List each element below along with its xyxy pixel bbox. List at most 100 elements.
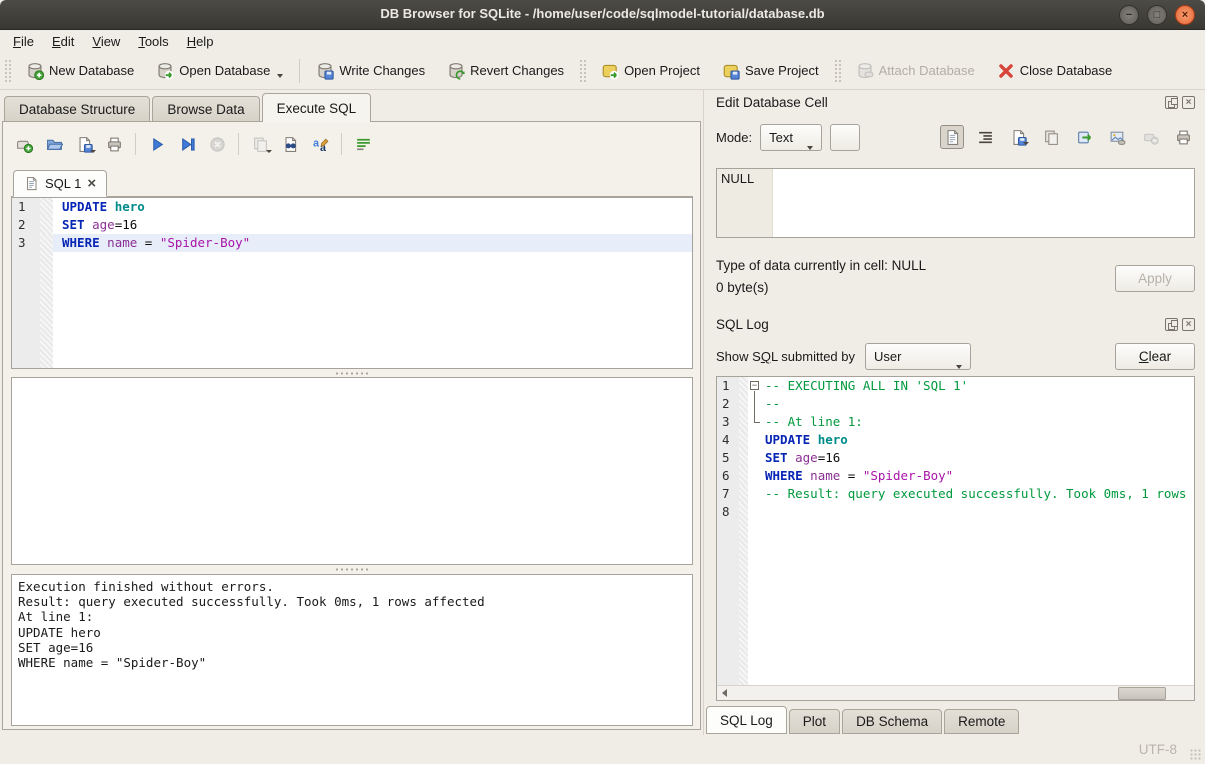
stop-icon [209, 136, 226, 153]
log-gutter-fill [717, 521, 1194, 685]
line-number: 6 [717, 467, 739, 485]
line-number: 1 [12, 198, 40, 216]
execute-all-button[interactable] [144, 131, 170, 157]
cell-size-info: 0 byte(s) [716, 280, 769, 295]
log-line: 6WHERE name = "Spider-Boy" [717, 467, 1194, 485]
save-project-button[interactable]: Save Project [714, 57, 827, 85]
play-icon [149, 136, 166, 153]
toolbar-grip[interactable] [579, 59, 586, 83]
dock-float-icon[interactable] [1165, 318, 1178, 331]
dock-close-icon[interactable]: × [1182, 318, 1195, 331]
dock-title: SQL Log [716, 317, 769, 332]
save-project-icon [722, 62, 740, 80]
open-project-button[interactable]: Open Project [593, 57, 708, 85]
encoding-indicator[interactable]: UTF-8 [1139, 742, 1177, 757]
dock-close-icon[interactable]: × [1182, 96, 1195, 109]
open-sql-file-button[interactable] [41, 131, 67, 157]
splitter-handle[interactable] [11, 566, 693, 572]
log-source-combobox[interactable]: User [865, 343, 971, 370]
message-line: Result: query executed successfully. Too… [18, 594, 686, 609]
format-letters-icon [312, 136, 329, 153]
import-data-button[interactable] [1006, 125, 1030, 149]
sql-tab-label: SQL 1 [45, 176, 81, 191]
tab-execute-sql[interactable]: Execute SQL [262, 93, 372, 122]
toolbar-grip[interactable] [4, 59, 11, 83]
write-changes-icon [316, 62, 334, 80]
print-sql-button[interactable] [101, 131, 127, 157]
tab-sql-log[interactable]: SQL Log [706, 706, 787, 734]
menu-edit[interactable]: Edit [43, 32, 83, 51]
message-line: Execution finished without errors. [18, 579, 686, 594]
close-button[interactable]: × [1175, 5, 1195, 25]
execute-sql-page: SQL 1 × 1UPDATE hero 2SET age=16 3WHERE … [2, 121, 701, 730]
import-dropdown-icon[interactable] [1023, 142, 1029, 145]
open-sql-tab-button[interactable] [11, 131, 37, 157]
write-changes-button[interactable]: Write Changes [308, 57, 433, 85]
scrollbar-thumb[interactable] [1118, 687, 1166, 700]
resize-grip-icon[interactable] [1190, 749, 1202, 761]
close-tab-icon[interactable]: × [87, 177, 96, 190]
import-settings-button[interactable] [830, 124, 860, 151]
save-dropdown-icon[interactable] [90, 150, 96, 153]
cell-editor-icons [940, 125, 1195, 149]
fold-margin [40, 216, 53, 234]
tab-plot[interactable]: Plot [789, 709, 840, 734]
sql-log-filter-row: Show SQL submitted by User Clear [716, 342, 1195, 371]
new-tab-icon [16, 136, 33, 153]
indent-lines-icon [977, 129, 994, 146]
tab-browse-data[interactable]: Browse Data [152, 96, 259, 122]
menu-view[interactable]: View [83, 32, 129, 51]
log-line: 8 [717, 503, 1194, 521]
maximize-button[interactable]: □ [1147, 5, 1167, 25]
execution-message-pane[interactable]: Execution finished without errors. Resul… [11, 574, 693, 726]
menu-tools[interactable]: Tools [129, 32, 177, 51]
scroll-left-icon[interactable] [717, 686, 732, 700]
cell-text-area[interactable] [773, 169, 1194, 237]
menu-help[interactable]: Help [178, 32, 223, 51]
results-grid[interactable] [11, 377, 693, 565]
minimize-button[interactable]: − [1119, 5, 1139, 25]
execute-current-line-button[interactable] [174, 131, 200, 157]
cell-type-info: Type of data currently in cell: NULL [716, 258, 926, 273]
open-database-dropdown-icon[interactable] [277, 74, 283, 78]
fold-collapse-icon[interactable]: − [748, 377, 763, 395]
save-sql-file-button[interactable] [71, 131, 97, 157]
titlebar[interactable]: DB Browser for SQLite - /home/user/code/… [0, 0, 1205, 30]
left-panel: Database Structure Browse Data Execute S… [0, 90, 703, 735]
editor-line: 2SET age=16 [12, 216, 692, 234]
window-controls: − □ × [1119, 5, 1195, 25]
mode-combobox[interactable]: Text [760, 124, 822, 151]
filter-label: Show SQL submitted by [716, 349, 855, 364]
tab-db-schema[interactable]: DB Schema [842, 709, 942, 734]
close-database-button[interactable]: Close Database [989, 57, 1121, 85]
word-wrap-button[interactable] [350, 131, 376, 157]
revert-changes-button[interactable]: Revert Changes [439, 57, 572, 85]
window-title: DB Browser for SQLite - /home/user/code/… [0, 6, 1205, 21]
sql-editor[interactable]: 1UPDATE hero 2SET age=16 3WHERE name = "… [11, 197, 693, 369]
printer-icon [106, 136, 123, 153]
cell-value-editor[interactable]: NULL [716, 168, 1195, 238]
menu-file[interactable]: File [4, 32, 43, 51]
word-wrap-toggle-button[interactable] [973, 125, 997, 149]
export-data-button[interactable] [1039, 125, 1063, 149]
sql-log-view[interactable]: 1−-- EXECUTING ALL IN 'SQL 1' 2-- 3-- At… [716, 376, 1195, 701]
open-database-button[interactable]: Open Database [148, 57, 291, 85]
tab-database-structure[interactable]: Database Structure [4, 96, 150, 122]
open-in-app-button[interactable] [1072, 125, 1096, 149]
tab-remote[interactable]: Remote [944, 709, 1019, 734]
log-line: 4UPDATE hero [717, 431, 1194, 449]
save-results-dropdown-icon [266, 150, 272, 153]
auto-format-button[interactable] [307, 131, 333, 157]
splitter-handle[interactable] [11, 370, 693, 376]
open-image-button[interactable] [1105, 125, 1129, 149]
open-file-icon [46, 136, 63, 153]
dock-float-icon[interactable] [1165, 96, 1178, 109]
text-mode-button[interactable] [940, 125, 964, 149]
horizontal-scrollbar[interactable] [717, 685, 1194, 700]
new-database-button[interactable]: New Database [18, 57, 142, 85]
print-cell-button[interactable] [1171, 125, 1195, 149]
sql-tab-sql1[interactable]: SQL 1 × [13, 170, 107, 197]
find-replace-button[interactable] [277, 131, 303, 157]
clear-log-button[interactable]: Clear [1115, 343, 1195, 370]
toolbar-grip[interactable] [834, 59, 841, 83]
